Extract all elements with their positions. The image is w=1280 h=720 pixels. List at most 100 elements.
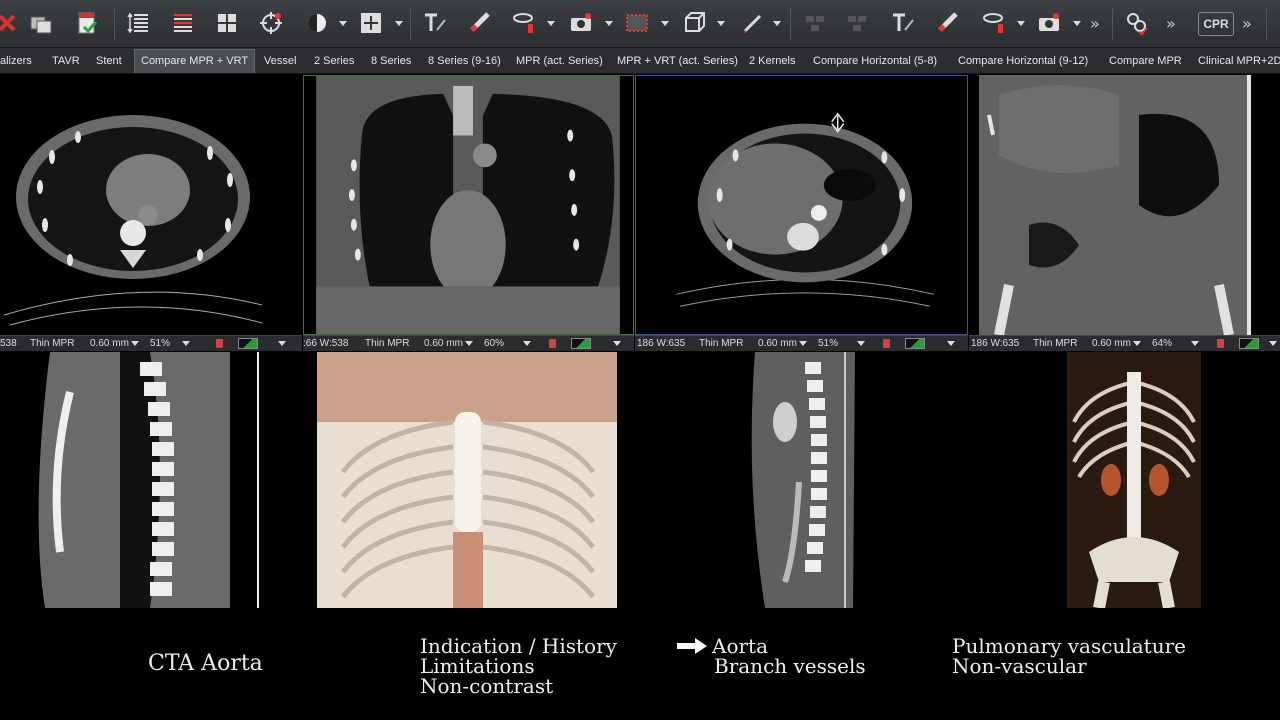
zoom-readout[interactable]: 60%: [484, 338, 504, 349]
chevron-down-icon[interactable]: [716, 18, 726, 28]
window-level-readout[interactable]: :66 W:538: [303, 338, 348, 349]
zoom-fit-icon[interactable]: [356, 8, 386, 38]
chevron-down-icon[interactable]: [338, 18, 348, 28]
viewport-coronal-abdomen[interactable]: [969, 75, 1280, 335]
roi-ellipse-icon[interactable]: [508, 8, 538, 38]
ruler-icon[interactable]: [934, 8, 964, 38]
caption-indication: Indication / History: [420, 634, 617, 658]
viewport-axial-abdomen[interactable]: [635, 75, 968, 335]
tab-compare-mpr[interactable]: Compare MPR: [1109, 48, 1182, 73]
chevron-down-icon[interactable]: [1016, 18, 1026, 28]
ruler-icon[interactable]: [466, 8, 496, 38]
viewport-axial-chest[interactable]: [0, 75, 302, 335]
save-check-icon[interactable]: [72, 8, 102, 38]
zoom-readout[interactable]: 51%: [818, 338, 838, 349]
more-tools-icon[interactable]: »: [1090, 14, 1100, 33]
camera-icon[interactable]: [1034, 8, 1064, 38]
slice-thickness-dropdown[interactable]: 0.60 mm: [758, 338, 797, 349]
ct-coronal-abdomen-image: [979, 75, 1251, 335]
more-tools-icon[interactable]: »: [1166, 14, 1176, 33]
chevron-down-icon[interactable]: [1191, 341, 1199, 346]
chevron-down-icon[interactable]: [278, 341, 286, 346]
chevron-down-icon[interactable]: [660, 18, 670, 28]
viewport-vrt-thorax[interactable]: [303, 352, 634, 608]
slice-thickness-dropdown[interactable]: 0.60 mm: [90, 338, 129, 349]
chevron-down-icon[interactable]: [546, 18, 556, 28]
caption-non-contrast: Non-contrast: [420, 674, 554, 698]
lock-icon[interactable]: [216, 339, 223, 348]
grid-select-icon[interactable]: [622, 8, 652, 38]
viewport-vrt-body[interactable]: [969, 352, 1280, 608]
chevron-down-icon[interactable]: [604, 18, 614, 28]
chevron-down-icon[interactable]: [465, 341, 473, 346]
stack-icon[interactable]: [124, 8, 154, 38]
tab-2-kernels[interactable]: 2 Kernels: [749, 48, 795, 73]
tab-mpr-vrt-act-series[interactable]: MPR + VRT (act. Series): [617, 48, 738, 73]
tab-vessel[interactable]: Vessel: [264, 48, 296, 73]
cpr-button[interactable]: CPR: [1198, 12, 1234, 36]
chevron-down-icon[interactable]: [947, 341, 955, 346]
window-level-readout[interactable]: 186 W:635: [971, 338, 1019, 349]
cube-icon[interactable]: [680, 8, 710, 38]
lock-icon[interactable]: [883, 339, 890, 348]
render-mode-dropdown[interactable]: Thin MPR: [699, 338, 743, 349]
contrast-icon[interactable]: [302, 8, 332, 38]
roi-ellipse-icon[interactable]: [978, 8, 1008, 38]
chevron-down-icon[interactable]: [1269, 341, 1277, 346]
tab-compare-horizontal-5-8[interactable]: Compare Horizontal (5-8): [813, 48, 937, 73]
stack-color-icon[interactable]: [168, 8, 198, 38]
toolbar-separator: [410, 8, 411, 40]
render-mode-dropdown[interactable]: Thin MPR: [30, 338, 74, 349]
zoom-readout[interactable]: 51%: [150, 338, 170, 349]
tab-mpr-act-series[interactable]: MPR (act. Series): [516, 48, 603, 73]
chevron-down-icon[interactable]: [1133, 341, 1141, 346]
tab-8-series[interactable]: 8 Series: [371, 48, 411, 73]
chevron-down-icon[interactable]: [394, 18, 404, 28]
tab-2-series[interactable]: 2 Series: [314, 48, 354, 73]
close-icon[interactable]: [0, 8, 22, 38]
chevron-down-icon[interactable]: [182, 341, 190, 346]
tab-compare-horizontal-9-12[interactable]: Compare Horizontal (9-12): [958, 48, 1088, 73]
crosshair-icon[interactable]: [256, 8, 286, 38]
window-level-readout[interactable]: 186 W:635: [637, 338, 685, 349]
render-mode-dropdown[interactable]: Thin MPR: [365, 338, 409, 349]
camera-icon[interactable]: [566, 8, 596, 38]
zoom-readout[interactable]: 64%: [1152, 338, 1172, 349]
slice-thickness-dropdown[interactable]: 0.60 mm: [1092, 338, 1131, 349]
chevron-down-icon[interactable]: [799, 341, 807, 346]
slice-thickness-dropdown[interactable]: 0.60 mm: [424, 338, 463, 349]
text-annotation-icon[interactable]: [888, 8, 918, 38]
window-level-readout[interactable]: 538: [0, 338, 17, 349]
chevron-down-icon[interactable]: [131, 341, 139, 346]
chevron-down-icon[interactable]: [772, 18, 782, 28]
chevron-down-icon[interactable]: [613, 341, 621, 346]
lock-icon[interactable]: [1217, 339, 1224, 348]
tab-stent[interactable]: Stent: [96, 48, 122, 73]
viewport-sagittal-thin[interactable]: [635, 352, 968, 608]
window-preset-icon[interactable]: [1239, 338, 1259, 349]
more-tools-icon[interactable]: »: [1242, 14, 1252, 33]
tab-tavr[interactable]: TAVR: [52, 48, 80, 73]
window-preset-icon[interactable]: [905, 338, 925, 349]
viewport-sagittal-mpr[interactable]: [0, 352, 302, 608]
render-mode-dropdown[interactable]: Thin MPR: [1033, 338, 1077, 349]
chevron-down-icon[interactable]: [857, 341, 865, 346]
layout-grid-icon[interactable]: [212, 8, 242, 38]
folder-icon[interactable]: [26, 8, 56, 38]
chevron-down-icon[interactable]: [1072, 18, 1082, 28]
tab-clinical-mpr-2d[interactable]: Clinical MPR+2D: [1198, 48, 1280, 73]
lock-icon[interactable]: [549, 339, 556, 348]
text-annotation-icon[interactable]: [420, 8, 450, 38]
caption-non-vascular: Non-vascular: [952, 654, 1087, 678]
pen-icon[interactable]: [738, 8, 768, 38]
viewport-coronal-chest[interactable]: [303, 75, 634, 335]
link-check-icon[interactable]: [1122, 8, 1152, 38]
tab-8-series-9-16[interactable]: 8 Series (9-16): [428, 48, 501, 73]
window-preset-icon[interactable]: [571, 338, 591, 349]
tab-compare-mpr-vrt[interactable]: Compare MPR + VRT: [134, 49, 256, 73]
window-preset-icon[interactable]: [238, 338, 258, 349]
viewport-info-bar: 538 Thin MPR 0.60 mm 51%: [0, 335, 302, 351]
chevron-down-icon[interactable]: [523, 341, 531, 346]
toolbar-separator: [1112, 8, 1113, 40]
tab-visualizers[interactable]: alizers: [0, 48, 32, 73]
